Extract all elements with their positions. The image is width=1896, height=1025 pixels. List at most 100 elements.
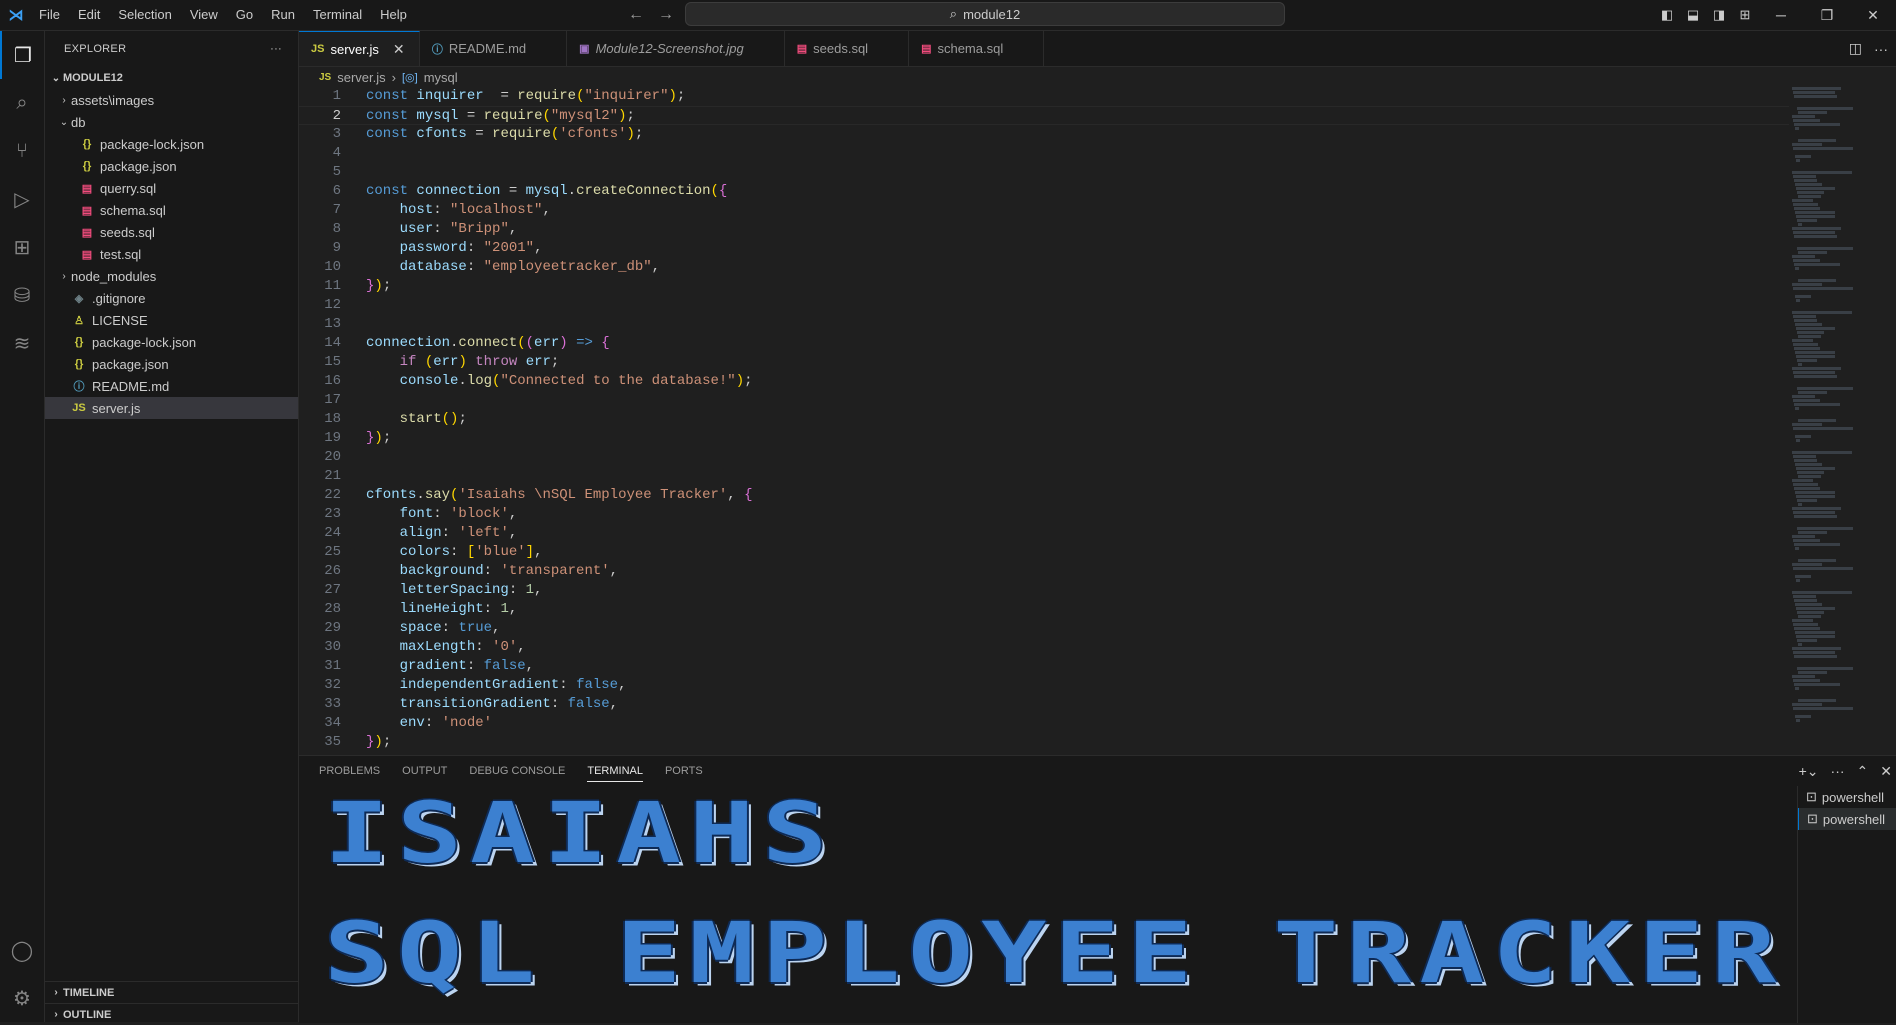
panel-tab-terminal[interactable]: TERMINAL <box>587 765 643 782</box>
explorer-icon[interactable]: ❐ <box>0 31 44 79</box>
menu-item-run[interactable]: Run <box>262 0 304 30</box>
close-window-button[interactable]: ✕ <box>1850 7 1896 24</box>
settings-gear-icon[interactable]: ⚙ <box>0 974 44 1022</box>
toggle-primary-sidebar-icon[interactable]: ◧ <box>1654 7 1680 23</box>
code-token: "employeetracker_db" <box>483 259 652 275</box>
code-token: log <box>466 373 493 389</box>
customize-layout-icon[interactable]: ⊞ <box>1732 7 1758 23</box>
breadcrumb-file[interactable]: server.js <box>337 70 385 85</box>
minimap-line <box>1798 419 1836 422</box>
tree-item[interactable]: ▤ test.sql <box>45 243 298 265</box>
tree-item[interactable]: ♙ LICENSE <box>45 309 298 331</box>
code-line: 31 gradient: false, <box>299 657 1789 676</box>
terminal-instance[interactable]: ⊡ powershell <box>1798 786 1896 808</box>
menu-item-go[interactable]: Go <box>227 0 262 30</box>
panel-tab-ports[interactable]: PORTS <box>665 765 703 777</box>
more-actions-icon[interactable]: ··· <box>1874 41 1888 57</box>
tree-item[interactable]: ▤ schema.sql <box>45 199 298 221</box>
workspace-root[interactable]: ⌄ MODULE12 <box>45 67 298 89</box>
maximize-panel-icon[interactable]: ⌃ <box>1857 763 1869 780</box>
tree-item[interactable]: › node_modules <box>45 265 298 287</box>
code-token: password <box>399 240 467 256</box>
search-view-icon[interactable]: ⌕ <box>0 79 44 127</box>
menu-item-file[interactable]: File <box>30 0 69 30</box>
toggle-panel-icon[interactable]: ⬓ <box>1680 7 1706 23</box>
code-token: ( <box>517 335 526 351</box>
code-token: : <box>433 506 451 522</box>
code-token: : <box>424 715 442 731</box>
activity-bar: ❐ ⌕ ⑂ ▷ ⊞ ⛁ ≋ ◯ ⚙ <box>0 31 45 1022</box>
tree-item[interactable]: ▤ querry.sql <box>45 177 298 199</box>
tree-item[interactable]: {} package-lock.json <box>45 331 298 353</box>
tree-item-label: package-lock.json <box>92 334 197 350</box>
minimize-button[interactable]: ─ <box>1758 7 1804 23</box>
file-type-icon: ♙ <box>74 314 84 327</box>
minimap-line <box>1795 183 1823 186</box>
tree-item[interactable]: {} package-lock.json <box>45 133 298 155</box>
code-token: independentGradient <box>399 677 560 693</box>
database-icon[interactable]: ⛁ <box>0 271 44 319</box>
code-text: align: 'left', <box>366 524 518 543</box>
panel-tab-debug-console[interactable]: DEBUG CONSOLE <box>469 765 565 777</box>
minimap-line <box>1797 499 1817 502</box>
code-text: password: "2001", <box>366 239 543 258</box>
back-arrow-icon[interactable]: ← <box>628 6 644 24</box>
menu-item-terminal[interactable]: Terminal <box>304 0 371 30</box>
tree-item[interactable]: {} package.json <box>45 155 298 177</box>
tree-item[interactable]: ◈ .gitignore <box>45 287 298 309</box>
editor-tab[interactable]: ⓘ README.md <box>420 31 568 66</box>
menu-item-selection[interactable]: Selection <box>109 0 180 30</box>
minimap[interactable] <box>1788 87 1896 753</box>
panel-tab-output[interactable]: OUTPUT <box>402 765 447 777</box>
code-line: 17 <box>299 391 1789 410</box>
source-control-icon[interactable]: ⑂ <box>0 127 44 175</box>
more-actions-icon[interactable]: ··· <box>1831 763 1845 779</box>
minimap-line <box>1797 667 1853 670</box>
layers-icon[interactable]: ≋ <box>0 319 44 367</box>
tree-item[interactable]: {} package.json <box>45 353 298 375</box>
breadcrumb-symbol[interactable]: mysql <box>424 70 458 85</box>
chevron-down-icon: ⌄ <box>59 116 69 128</box>
extensions-icon[interactable]: ⊞ <box>0 223 44 271</box>
minimap-line <box>1794 403 1840 406</box>
editor-tab[interactable]: JS server.js ✕ <box>299 31 420 66</box>
tree-item[interactable]: JS server.js <box>45 397 298 419</box>
tree-item[interactable]: ⓘ README.md <box>45 375 298 397</box>
terminal-instance[interactable]: ⊡ powershell <box>1798 808 1896 830</box>
code-text: transitionGradient: false, <box>366 695 618 714</box>
menu-item-edit[interactable]: Edit <box>69 0 109 30</box>
tab-list: JS server.js ✕ ⓘ README.md ▣ Module12-Screensh… <box>299 31 1045 66</box>
account-icon[interactable]: ◯ <box>0 926 44 974</box>
banner-line-2: SQL EMPLOYEE TRACKER <box>324 904 1785 1003</box>
split-editor-icon[interactable]: ◫ <box>1849 40 1862 57</box>
run-debug-icon[interactable]: ▷ <box>0 175 44 223</box>
editor-tab[interactable]: ▤ schema.sql <box>909 31 1045 66</box>
restore-button[interactable]: ❐ <box>1804 7 1850 24</box>
code-editor[interactable]: 1 const inquirer = require("inquirer"); 2 c… <box>299 87 1789 753</box>
line-number: 2 <box>332 108 341 124</box>
panel-tab-problems[interactable]: PROBLEMS <box>319 765 380 777</box>
new-terminal-icon[interactable]: +⌄ <box>1799 763 1819 780</box>
editor-tab[interactable]: ▤ seeds.sql <box>785 31 910 66</box>
tree-item[interactable]: › assets\images <box>45 89 298 111</box>
menu-item-help[interactable]: Help <box>371 0 416 30</box>
tree-item[interactable]: ▤ seeds.sql <box>45 221 298 243</box>
minimap-line <box>1792 367 1842 370</box>
editor-tab[interactable]: ▣ Module12-Screenshot.jpg <box>567 31 785 66</box>
close-panel-icon[interactable]: ✕ <box>1880 763 1892 780</box>
forward-arrow-icon[interactable]: → <box>658 6 674 24</box>
toggle-secondary-sidebar-icon[interactable]: ◨ <box>1706 7 1732 23</box>
code-token: mysql <box>416 108 459 124</box>
command-center-search[interactable]: ⌕ module12 <box>685 2 1285 26</box>
more-actions-icon[interactable]: ··· <box>270 43 282 55</box>
tree-item[interactable]: ⌄ db <box>45 111 298 133</box>
code-text: colors: ['blue'], <box>366 543 543 562</box>
terminal-output[interactable]: ISAIAHS SQL EMPLOYEE TRACKER <box>299 786 1797 1023</box>
close-tab-icon[interactable]: ✕ <box>393 41 407 58</box>
minimap-line <box>1795 155 1811 158</box>
code-line: 27 letterSpacing: 1, <box>299 581 1789 600</box>
timeline-section[interactable]: › TIMELINE <box>45 981 298 1003</box>
menu-item-view[interactable]: View <box>181 0 227 30</box>
